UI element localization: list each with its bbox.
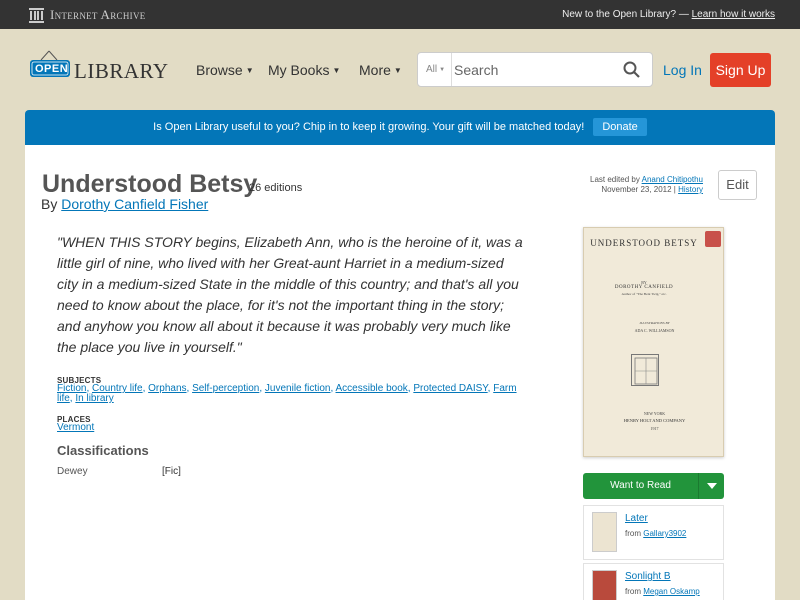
nav-more[interactable]: More ▼: [359, 62, 402, 78]
cover-publisher: HENRY HOLT AND COMPANY: [623, 418, 686, 423]
list-item[interactable]: Later from Gallary3902: [583, 505, 724, 560]
list-owner: from Megan Oskamp: [625, 587, 700, 596]
cover-illustrator: ADA C. WILLIAMSON: [634, 328, 675, 333]
editions-count[interactable]: 26 editions: [249, 182, 302, 194]
search-icon[interactable]: [623, 61, 640, 78]
internet-archive-bar: Internet Archive New to the Open Library…: [0, 0, 800, 29]
nav-browse[interactable]: Browse ▼: [196, 62, 254, 78]
search-input[interactable]: [454, 59, 614, 81]
caret-down-icon: ▼: [439, 67, 446, 73]
login-link[interactable]: Log In: [663, 62, 702, 78]
book-page-content: Understood Betsy 26 editions By Dorothy …: [25, 145, 775, 600]
list-item[interactable]: Sonlight B from Megan Oskamp: [583, 563, 724, 600]
list-owner: from Gallary3902: [625, 529, 686, 538]
ia-bar-text: New to the Open Library? —: [562, 9, 689, 20]
internet-archive-label: Internet Archive: [50, 7, 146, 22]
dewey-value: [Fic]: [162, 466, 181, 477]
search-scope-select[interactable]: All ▼: [418, 53, 452, 86]
publisher-emblem: [631, 354, 659, 386]
signup-button[interactable]: Sign Up: [710, 53, 771, 87]
library-stamp: [705, 231, 721, 247]
cover-author-sub: Author of "The Bent Twig," etc.: [621, 292, 667, 296]
subject-link[interactable]: Protected DAISY: [413, 383, 487, 394]
subject-link[interactable]: In library: [75, 393, 113, 404]
ia-bar-message: New to the Open Library? — Learn how it …: [562, 9, 775, 20]
place-link[interactable]: Vermont: [57, 422, 94, 433]
logo-library-text: LIBRARY: [74, 59, 169, 83]
learn-how-link[interactable]: Learn how it works: [692, 9, 775, 20]
subject-link[interactable]: Orphans: [148, 383, 186, 394]
subject-link[interactable]: Self-perception: [192, 383, 259, 394]
last-editor-link[interactable]: Anand Chitipothu: [642, 175, 703, 184]
site-header: OPEN LIBRARY Browse ▼ My Books ▼ More ▼ All…: [0, 29, 800, 109]
list-cover-thumbnail: [592, 570, 617, 600]
subjects-list: Fiction, Country life, Orphans, Self-per…: [57, 383, 517, 404]
dewey-label: Dewey: [57, 466, 88, 477]
caret-down-icon: ▼: [332, 66, 341, 75]
edit-button[interactable]: Edit: [718, 170, 757, 200]
archive-building-icon: [29, 7, 44, 23]
search-scope-label: All: [426, 64, 438, 75]
list-name-link[interactable]: Later: [625, 513, 648, 524]
list-name-link[interactable]: Sonlight B: [625, 571, 671, 582]
list-from-prefix: from: [625, 587, 641, 596]
book-byline: By Dorothy Canfield Fisher: [41, 196, 208, 212]
book-description: "WHEN THIS STORY begins, Elizabeth Ann, …: [57, 234, 523, 355]
want-to-read-button: Want to Read: [583, 473, 724, 499]
donate-button[interactable]: Donate: [593, 118, 647, 136]
cover-author: DOROTHY CANFIELD: [614, 285, 674, 290]
caret-down-icon: [707, 483, 717, 489]
last-edited-prefix: Last edited by: [590, 175, 640, 184]
list-owner-link[interactable]: Megan Oskamp: [643, 587, 699, 596]
byline-prefix: By: [41, 196, 58, 212]
want-to-read-dropdown[interactable]: [698, 473, 724, 499]
places-list: Vermont: [57, 423, 527, 433]
publisher-emblem-graphic: [634, 357, 658, 385]
book-cover[interactable]: UNDERSTOOD BETSY BY DOROTHY CANFIELD Aut…: [583, 227, 724, 457]
book-title: Understood Betsy: [42, 170, 258, 198]
list-from-prefix: from: [625, 529, 641, 538]
history-link[interactable]: History: [678, 185, 703, 194]
cover-year: 1917: [650, 426, 659, 431]
classifications-heading: Classifications: [57, 443, 149, 458]
author-link[interactable]: Dorothy Canfield Fisher: [61, 196, 208, 212]
caret-down-icon: ▼: [393, 66, 402, 75]
cover-title: UNDERSTOOD BETSY: [590, 238, 698, 248]
want-to-read-label[interactable]: Want to Read: [583, 473, 698, 499]
nav-browse-label: Browse: [196, 62, 243, 78]
nav-my-books[interactable]: My Books ▼: [268, 62, 340, 78]
last-edited-date: November 23, 2012: [601, 185, 672, 194]
cover-illustrations-label: ILLUSTRATIONS BY: [639, 321, 670, 325]
logo-open-text: OPEN: [35, 63, 69, 75]
last-edited-info: Last edited by Anand Chitipothu November…: [590, 175, 703, 194]
subject-link[interactable]: Accessible book: [336, 383, 408, 394]
open-library-logo[interactable]: OPEN LIBRARY: [29, 49, 168, 89]
subject-link[interactable]: Juvenile fiction: [265, 383, 331, 394]
donate-banner: Is Open Library useful to you? Chip in t…: [25, 110, 775, 145]
cover-pub-city: NEW YORK: [643, 411, 666, 416]
donate-text: Is Open Library useful to you? Chip in t…: [153, 121, 585, 133]
nav-more-label: More: [359, 62, 391, 78]
nav-my-books-label: My Books: [268, 62, 330, 78]
list-owner-link[interactable]: Gallary3902: [643, 529, 686, 538]
caret-down-icon: ▼: [245, 66, 254, 75]
search-bar: All ▼: [417, 52, 653, 87]
internet-archive-logo[interactable]: Internet Archive: [29, 7, 146, 23]
list-cover-thumbnail: [592, 512, 617, 552]
